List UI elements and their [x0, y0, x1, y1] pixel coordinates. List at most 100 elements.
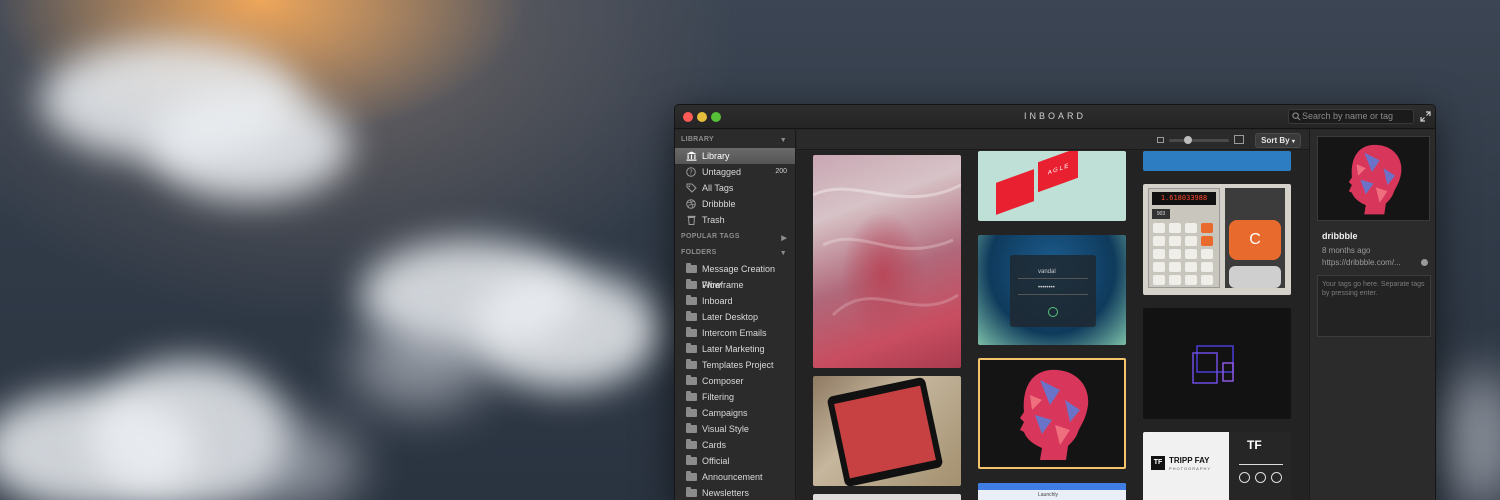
sidebar-folder-item[interactable]: Official: [675, 453, 795, 469]
fullscreen-icon[interactable]: [1420, 111, 1431, 122]
cloud: [1440, 370, 1500, 500]
tf-logo: TF: [1151, 456, 1165, 470]
popular-tags-heading[interactable]: POPULAR TAGS ▶: [681, 233, 787, 245]
social-icon: [1255, 472, 1266, 483]
login-go-icon: [1048, 307, 1058, 317]
head-silhouette: [1348, 144, 1402, 215]
trash-icon: [687, 215, 696, 225]
sidebar-folder-label: Intercom Emails: [702, 328, 767, 338]
calculator-key: [1153, 236, 1165, 246]
folder-icon: [686, 423, 697, 433]
item-title: dribbble: [1322, 231, 1358, 241]
calculator-key: [1169, 262, 1181, 272]
calculator-key: [1169, 275, 1181, 285]
sidebar-folder-label: Composer: [702, 376, 744, 386]
thumb-partial[interactable]: [813, 494, 961, 500]
cloud: [220, 420, 360, 500]
fabric-folds: [813, 183, 961, 317]
folder-icon: [686, 439, 697, 449]
sidebar-folder-label: Cards: [702, 440, 727, 450]
folder-icon: [686, 359, 697, 369]
large-thumbnail-icon[interactable]: [1234, 135, 1244, 144]
sidebar-item-label: Untagged: [702, 167, 742, 177]
calculator-key: [1185, 223, 1197, 233]
sidebar-item-trash[interactable]: Trash: [675, 212, 795, 228]
untagged-count-badge: 200: [775, 168, 787, 175]
tags-input[interactable]: Your tags go here. Separate tags by pres…: [1317, 275, 1431, 337]
thumb-login-screen[interactable]: vandal ••••••••: [978, 235, 1126, 345]
calculator-key: [1185, 262, 1197, 272]
preview-image[interactable]: [1317, 136, 1430, 221]
tripp-fay-sub: PHOTOGRAPHY: [1169, 466, 1212, 471]
thumb-device-icons[interactable]: [1143, 308, 1291, 419]
sidebar-folder-item[interactable]: Later Desktop: [675, 309, 795, 325]
small-thumbnail-icon[interactable]: [1157, 137, 1164, 143]
calculator-key: [1153, 275, 1165, 285]
sidebar-folder-item[interactable]: Newsletters: [675, 485, 795, 500]
folders-heading[interactable]: FOLDERS ▼: [681, 249, 787, 261]
zoom-slider-knob[interactable]: [1184, 136, 1192, 144]
sidebar-folder-label: Later Marketing: [702, 344, 765, 354]
calculator-closeup: C: [1225, 188, 1285, 288]
search-placeholder: Search by name or tag: [1302, 111, 1394, 121]
zoom-slider[interactable]: [1169, 139, 1229, 142]
calculator-key: [1201, 249, 1213, 259]
calculator-key: [1169, 223, 1181, 233]
calculator-key: [1153, 262, 1165, 272]
sidebar-folder-item[interactable]: Templates Project: [675, 357, 795, 373]
calculator-key: [1201, 236, 1213, 246]
thumb-tablet-photo[interactable]: [813, 376, 961, 486]
folder-icon: [686, 375, 697, 385]
sidebar-folder-item[interactable]: Composer: [675, 373, 795, 389]
inboard-window: INBOARD Search by name or tag LIBRARY ▼ …: [674, 104, 1436, 500]
folders-heading-label: FOLDERS: [681, 249, 717, 256]
sidebar-folder-label: Announcement: [702, 472, 763, 482]
sidebar-folder-item[interactable]: Campaigns: [675, 405, 795, 421]
calculator-key: [1153, 223, 1165, 233]
library-heading[interactable]: LIBRARY ▼: [681, 136, 787, 148]
sidebar-folder-item[interactable]: Announcement: [675, 469, 795, 485]
sidebar-item-dribbble[interactable]: Dribbble: [675, 196, 795, 212]
calculator-key: [1201, 275, 1213, 285]
item-url-link[interactable]: https://dribbble.com/...: [1322, 258, 1401, 267]
thumb-dribbble-selected[interactable]: [978, 358, 1126, 469]
sort-by-button[interactable]: Sort By ▾: [1255, 133, 1301, 148]
sidebar-folder-item[interactable]: Later Marketing: [675, 341, 795, 357]
sidebar-folder-item[interactable]: Wireframe: [675, 277, 795, 293]
sidebar-folder-item[interactable]: Visual Style: [675, 421, 795, 437]
sidebar-folder-item[interactable]: Inboard: [675, 293, 795, 309]
thumb-business-cards[interactable]: A G L E: [978, 151, 1126, 221]
tablet-screen: [834, 385, 936, 479]
folder-icon: [686, 327, 697, 337]
calculator-key: [1169, 236, 1181, 246]
folder-icon: [686, 407, 697, 417]
calculator-key: [1185, 275, 1197, 285]
sidebar-item-label: Dribbble: [702, 199, 736, 209]
sidebar-folder-item[interactable]: Filtering: [675, 389, 795, 405]
sidebar-item-library[interactable]: Library: [675, 148, 795, 164]
divider: [1239, 464, 1283, 465]
sidebar-folder-label: Wireframe: [702, 280, 744, 290]
calculator-display: 1.618033988: [1152, 192, 1216, 205]
sidebar-folder-item[interactable]: Cards: [675, 437, 795, 453]
open-link-icon[interactable]: [1421, 259, 1428, 266]
library-icon: [686, 151, 697, 161]
sidebar-item-label: Trash: [702, 215, 725, 225]
tripp-fay-card: TF TRIPP FAY PHOTOGRAPHY: [1143, 432, 1229, 500]
sidebar-folder-item[interactable]: Intercom Emails: [675, 325, 795, 341]
tag-icon: [686, 183, 697, 193]
thumb-calculator[interactable]: 1.618033988 903 C: [1143, 184, 1291, 295]
thumb-app-screen[interactable]: Launchly: [978, 483, 1126, 500]
cloud: [350, 320, 490, 410]
thumb-tripp-fay[interactable]: TF TRIPP FAY PHOTOGRAPHY TF: [1143, 432, 1291, 500]
calculator-key: [1185, 236, 1197, 246]
calculator-grey-key: [1229, 266, 1281, 288]
collapse-triangle-icon: ▼: [779, 250, 787, 257]
search-input[interactable]: Search by name or tag: [1288, 109, 1414, 124]
sidebar-item-untagged[interactable]: ? Untagged 200: [675, 164, 795, 180]
sidebar-item-all-tags[interactable]: All Tags: [675, 180, 795, 196]
search-icon: [1292, 112, 1301, 121]
sidebar-folder-item[interactable]: Message Creation Flow: [675, 261, 795, 290]
thumb-fabric-photo[interactable]: [813, 155, 961, 368]
thumb-blue-partial[interactable]: [1143, 151, 1291, 171]
